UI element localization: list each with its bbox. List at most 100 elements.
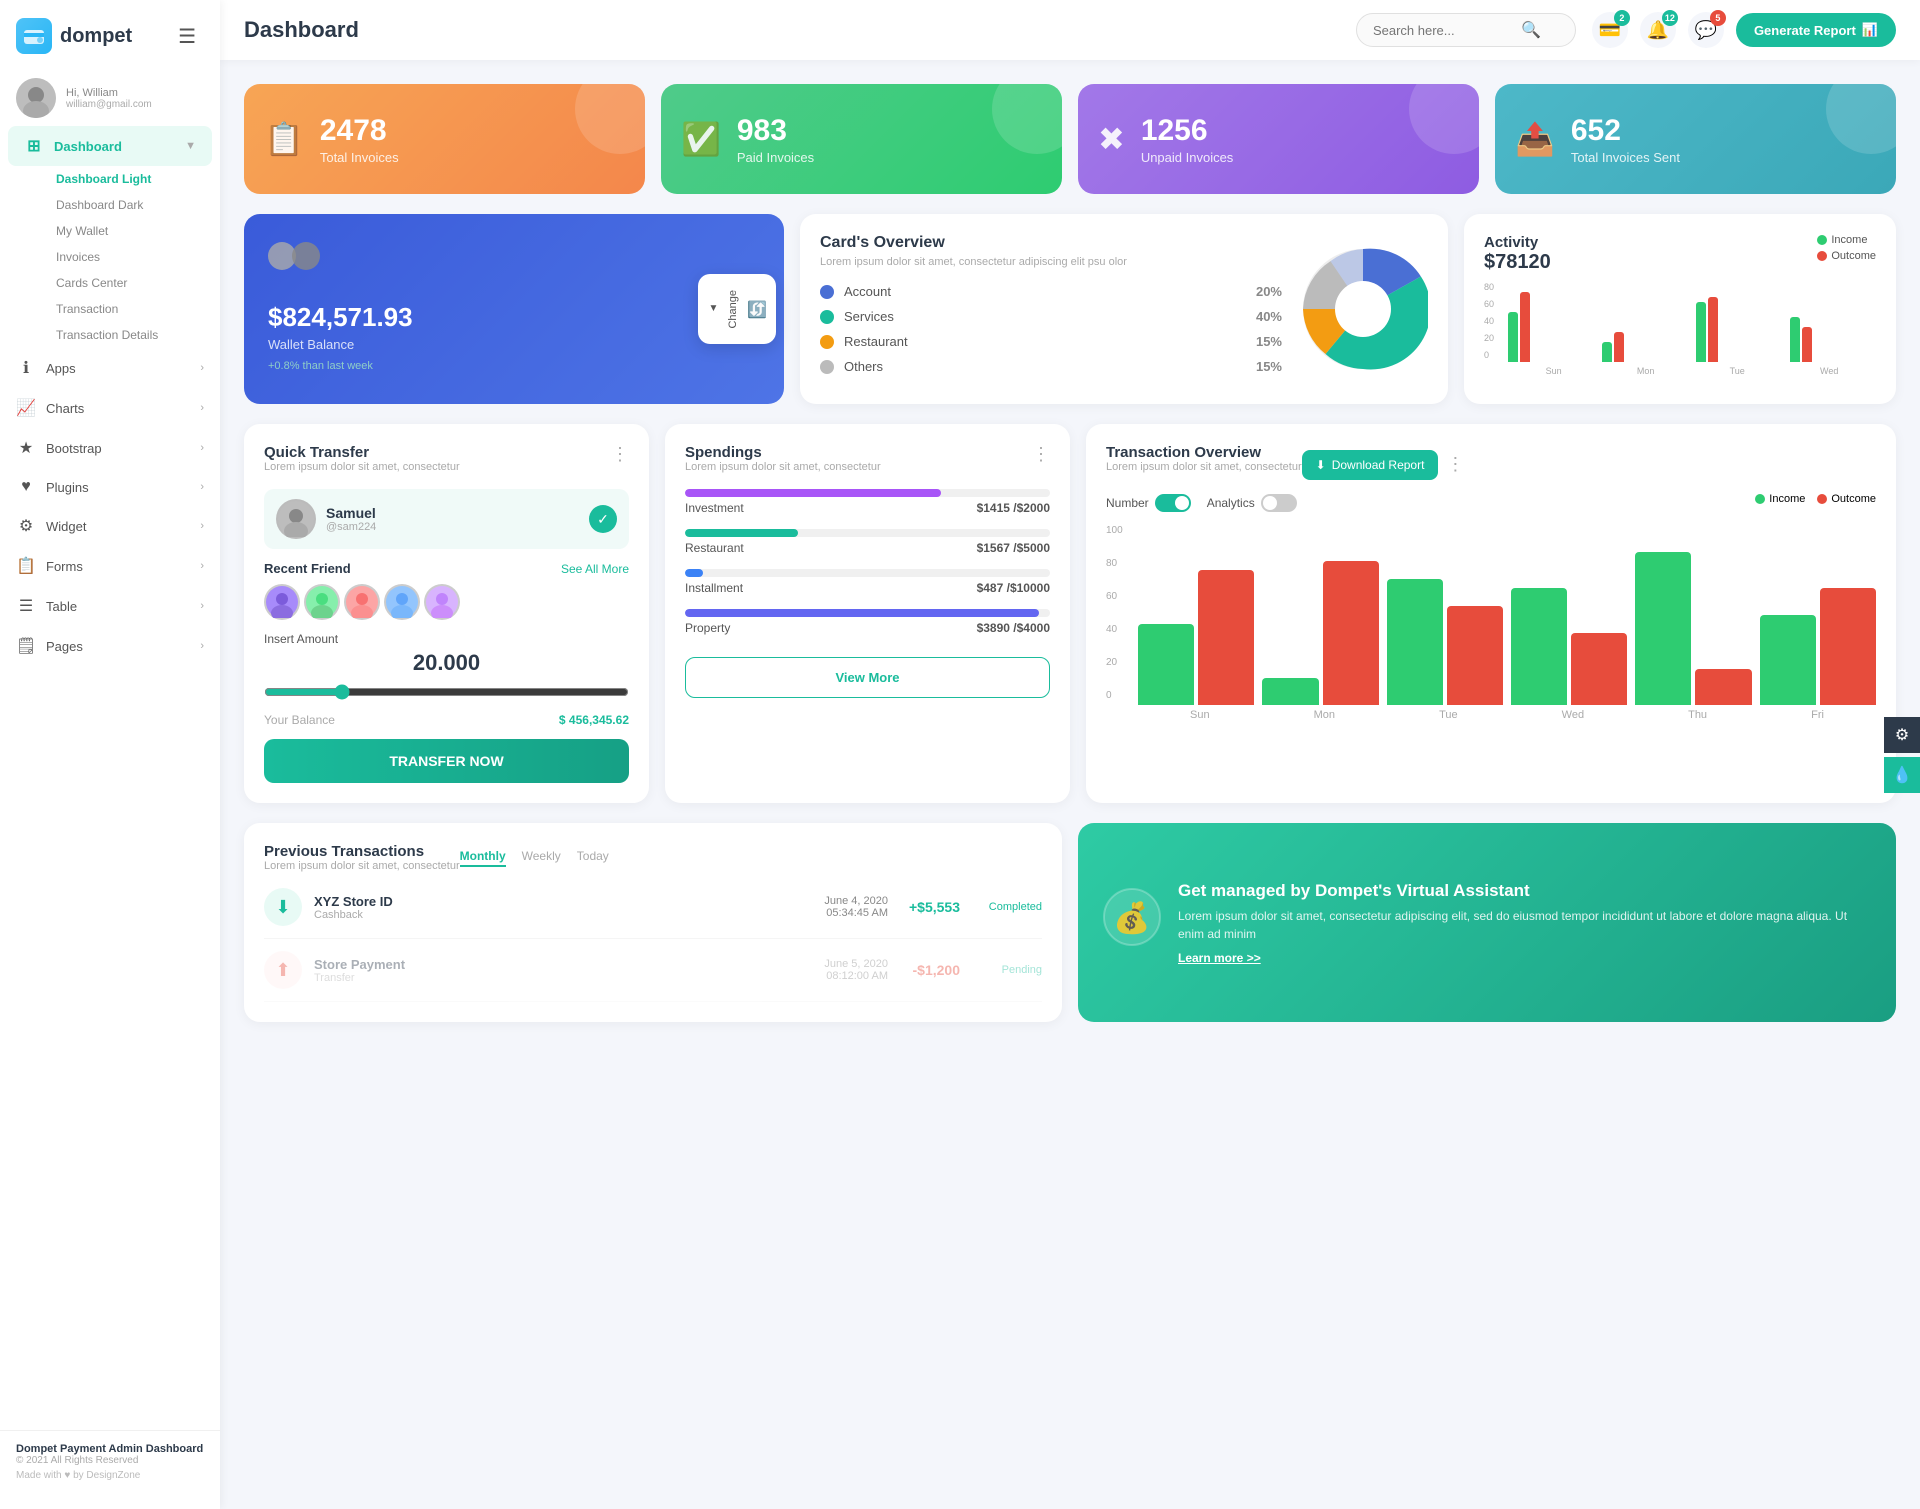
chevron-right-icon: › — [200, 402, 204, 414]
water-float-button[interactable]: 💧 — [1884, 757, 1920, 793]
view-more-button[interactable]: View More — [685, 657, 1050, 698]
amount-slider[interactable] — [264, 684, 629, 700]
user-greeting: Hi, William — [66, 87, 152, 99]
sidebar-item-pages[interactable]: 🗒 Pages › — [0, 626, 220, 666]
transfer-name: Samuel — [326, 505, 376, 521]
total-invoices-icon: 📋 — [264, 120, 304, 158]
restaurant-amount: $1567 /$5000 — [977, 541, 1050, 555]
friend-avatar-1 — [264, 584, 300, 620]
bottom-row: Quick Transfer Lorem ipsum dolor sit ame… — [244, 424, 1896, 803]
search-input[interactable] — [1373, 23, 1513, 38]
tab-today[interactable]: Today — [577, 849, 609, 867]
insert-amount-label: Insert Amount — [264, 632, 629, 646]
chevron-right-icon: › — [200, 600, 204, 612]
submenu-dashboard-dark[interactable]: Dashboard Dark — [48, 192, 220, 218]
topbar-icons: 💳 2 🔔 12 💬 5 Generate Report 📊 — [1592, 12, 1896, 48]
outcome-bar-tue — [1708, 297, 1718, 362]
prev-tx-tabs: Monthly Weekly Today — [460, 849, 609, 867]
submenu-transaction[interactable]: Transaction — [48, 296, 220, 322]
stat-card-total-sent: 📤 652 Total Invoices Sent — [1495, 84, 1896, 194]
balance-row: Your Balance $ 456,345.62 — [264, 713, 629, 727]
friend-avatar-3 — [344, 584, 380, 620]
analytics-toggle[interactable] — [1261, 494, 1297, 512]
submenu-invoices[interactable]: Invoices — [48, 244, 220, 270]
notifications-badge: 12 — [1662, 10, 1678, 26]
change-button[interactable]: 🔄 Change ▼ — [698, 274, 776, 345]
outcome-dot — [1817, 251, 1827, 261]
download-label: Download Report — [1332, 458, 1425, 472]
tx-controls: Number Analytics Income — [1106, 493, 1876, 513]
wallet-section: $824,571.93 Wallet Balance +0.8% than la… — [244, 214, 784, 404]
tab-weekly[interactable]: Weekly — [522, 849, 561, 867]
tx-date: June 4, 2020 — [824, 895, 888, 907]
floating-buttons: ⚙ 💧 — [1884, 717, 1920, 793]
outcome-bar-fri-lg — [1820, 588, 1876, 705]
submenu-dashboard-light[interactable]: Dashboard Light — [48, 166, 220, 192]
outcome-bar-wed — [1802, 327, 1812, 362]
overview-item-others: Others 15% — [820, 359, 1282, 374]
tab-monthly[interactable]: Monthly — [460, 849, 506, 867]
transfer-user: Samuel @sam224 ✓ — [264, 489, 629, 549]
income-bar-sun — [1508, 312, 1518, 362]
settings-float-button[interactable]: ⚙ — [1884, 717, 1920, 753]
va-card: 💰 Get managed by Dompet's Virtual Assist… — [1078, 823, 1896, 1022]
sidebar-item-charts[interactable]: 📈 Charts › — [0, 388, 220, 428]
submenu-cards-center[interactable]: Cards Center — [48, 270, 220, 296]
sidebar-item-plugins[interactable]: ♥ Plugins › — [0, 468, 220, 506]
footer-title: Dompet Payment Admin Dashboard — [16, 1443, 204, 1455]
sidebar-item-forms[interactable]: 📋 Forms › — [0, 546, 220, 586]
va-learn-more-link[interactable]: Learn more >> — [1178, 951, 1872, 965]
pages-icon: 🗒 — [16, 636, 36, 656]
notifications-button[interactable]: 🔔 12 — [1640, 12, 1676, 48]
quick-transfer-title: Quick Transfer — [264, 444, 460, 461]
number-toggle[interactable] — [1155, 494, 1191, 512]
quick-transfer-menu-icon[interactable]: ⋮ — [611, 444, 629, 465]
va-desc: Lorem ipsum dolor sit amet, consectetur … — [1178, 907, 1872, 943]
see-all-link[interactable]: See All More — [561, 562, 629, 576]
sidebar-item-bootstrap[interactable]: ★ Bootstrap › — [0, 428, 220, 468]
restaurant-label: Restaurant — [844, 334, 1246, 349]
submenu-transaction-details[interactable]: Transaction Details — [48, 322, 220, 348]
sidebar-item-label: Plugins — [46, 480, 89, 495]
tx-overview-title: Transaction Overview — [1106, 444, 1302, 461]
messages-button[interactable]: 💬 5 — [1688, 12, 1724, 48]
bar-group-thu-lg — [1635, 552, 1751, 705]
chevron-down-icon: ▼ — [185, 140, 196, 152]
services-dot — [820, 310, 834, 324]
prev-tx-header: Previous Transactions Lorem ipsum dolor … — [264, 843, 1042, 872]
outcome-bar-thu-lg — [1695, 669, 1751, 705]
logo-icon — [16, 18, 52, 54]
sidebar-item-apps[interactable]: ℹ Apps › — [0, 348, 220, 388]
spending-item-installment: Installment $487 /$10000 — [685, 569, 1050, 595]
transaction-info: XYZ Store ID Cashback — [314, 894, 812, 921]
transfer-now-button[interactable]: TRANSFER NOW — [264, 739, 629, 783]
sidebar: dompet ☰ Hi, William william@gmail.com ⊞… — [0, 0, 220, 1509]
download-report-button[interactable]: ⬇ Download Report — [1302, 450, 1439, 480]
submenu-my-wallet[interactable]: My Wallet — [48, 218, 220, 244]
transaction-icon-2: ⬆ — [264, 951, 302, 989]
sidebar-item-dashboard[interactable]: ⊞ Dashboard ▼ — [8, 126, 212, 166]
income-bar-wed — [1790, 317, 1800, 362]
sidebar-item-widget[interactable]: ⚙ Widget › — [0, 506, 220, 546]
chevron-down-icon: ▼ — [708, 303, 719, 314]
spendings-title: Spendings — [685, 444, 881, 461]
overview-title: Card's Overview — [820, 234, 1282, 252]
paid-invoices-label: Paid Invoices — [737, 150, 814, 165]
recent-friends-label: Recent Friend — [264, 561, 351, 576]
others-label: Others — [844, 359, 1246, 374]
sidebar-item-label: Table — [46, 599, 77, 614]
sidebar-item-label: Dashboard — [54, 139, 122, 154]
svg-text:💰: 💰 — [1113, 899, 1150, 935]
tx-status: Completed — [972, 901, 1042, 913]
wallet-button[interactable]: 💳 2 — [1592, 12, 1628, 48]
settings-float-icon: ⚙ — [1895, 725, 1909, 745]
tx-overview-menu-icon[interactable]: ⋮ — [1446, 454, 1464, 475]
income-bar-tue-lg — [1387, 579, 1443, 705]
outcome-bar-mon — [1614, 332, 1624, 362]
sidebar-item-table[interactable]: ☰ Table › — [0, 586, 220, 626]
search-box[interactable]: 🔍 — [1356, 13, 1576, 47]
investment-amount: $1415 /$2000 — [977, 501, 1050, 515]
generate-report-button[interactable]: Generate Report 📊 — [1736, 13, 1896, 47]
hamburger-icon[interactable]: ☰ — [170, 20, 204, 53]
spendings-menu-icon[interactable]: ⋮ — [1032, 444, 1050, 465]
